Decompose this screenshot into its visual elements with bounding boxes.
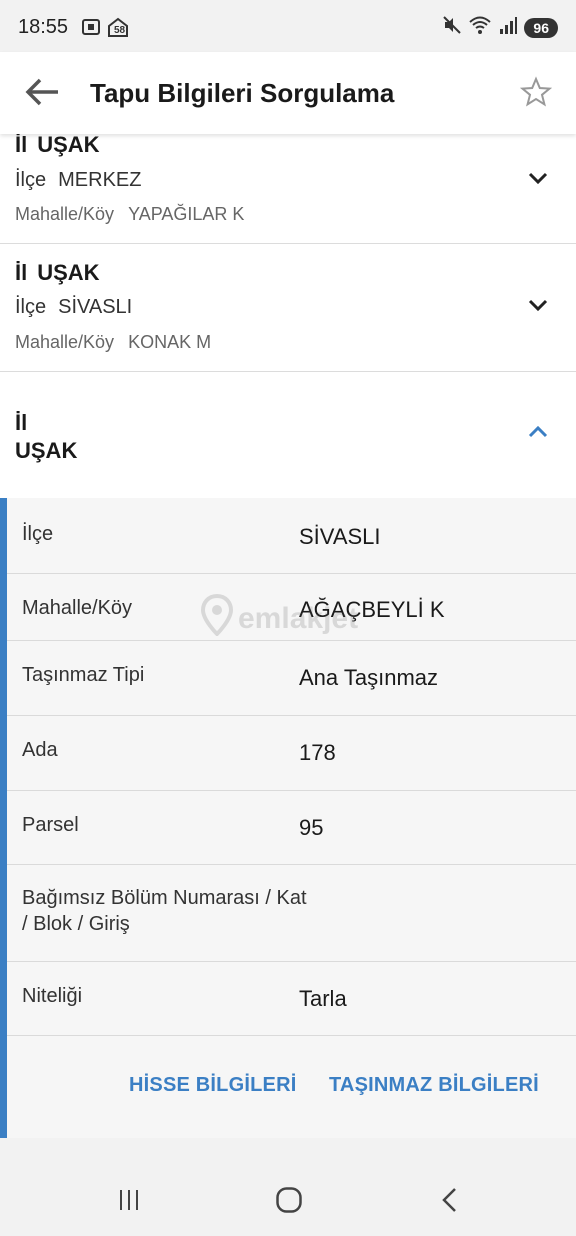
favorite-button[interactable] [516,74,556,114]
hisse-bilgileri-button[interactable]: HİSSE BİLGİLERİ [129,1074,296,1097]
watermark-text: emlakjet [238,602,359,635]
back-icon [440,1186,460,1219]
detail-label: Niteliği [22,985,83,1007]
back-button[interactable] [22,74,62,114]
record-mahalle: Mahalle/Köy KONAK M [15,332,211,353]
record-card-2[interactable]: İl UŞAK İlçe SİVASLI Mahalle/Köy KONAK M [0,244,576,372]
il-label: İl [15,260,28,285]
home-notification-icon: 58 [106,16,132,38]
arrow-left-icon [24,77,60,112]
recent-apps-icon [117,1188,141,1217]
accent-bar [0,498,7,1138]
detail-row-ada: Ada 178 [7,716,576,791]
il-label: İl [15,134,28,157]
status-right-icons: 96 [442,15,558,40]
page-title: Tapu Bilgileri Sorgulama [90,78,395,108]
watermark: emlakjet [200,593,359,644]
record-il: İl UŞAK [15,260,100,286]
il-value: UŞAK [15,438,78,463]
ilce-value: MERKEZ [58,169,142,191]
expand-button[interactable] [524,293,552,321]
collapse-button[interactable] [524,420,552,448]
record-mahalle: Mahalle/Köy YAPAĞILAR K [15,204,244,225]
status-time: 18:55 [18,16,69,38]
status-bar: 18:55 58 96 [0,0,576,52]
record-card-1[interactable]: İl UŞAK İlçe MERKEZ Mahalle/Köy YAPAĞILAR K [0,134,576,244]
battery-indicator: 96 [524,17,558,38]
tasinmaz-bilgileri-button[interactable]: TAŞINMAZ BİLGİLERİ [329,1074,539,1097]
il-value: UŞAK [37,260,100,285]
detail-row-ilce: İlçe SİVASLI [7,498,576,574]
il-value: UŞAK [37,134,100,157]
mahalle-label: Mahalle/Köy [15,204,115,224]
detail-row-bagimsiz-bolum: Bağımsız Bölüm Numarası / Kat / Blok / G… [7,865,576,962]
status-left-icons: 58 [80,16,132,43]
detail-value: Ana Taşınmaz [299,665,439,690]
notification-badge: 58 [114,25,126,36]
signal-icon [498,15,518,40]
ilce-label: İlçe [15,296,47,318]
wifi-icon [468,15,492,40]
content-area: İl UŞAK İlçe MERKEZ Mahalle/Köy YAPAĞILAR K… [0,134,576,1138]
home-button[interactable] [269,1182,309,1222]
detail-value: 95 [299,815,324,840]
ilce-label: İlçe [15,169,47,191]
detail-label: Bağımsız Bölüm Numarası / Kat / Blok / G… [22,887,307,935]
record-ilce: İlçe SİVASLI [15,296,132,319]
detail-value: Tarla [299,986,347,1011]
app-bar: Tapu Bilgileri Sorgulama [0,52,576,134]
detail-label: Ada [22,739,58,761]
detail-label: Parsel [22,814,79,836]
back-nav-button[interactable] [430,1182,470,1222]
record-ilce: İlçe MERKEZ [15,169,141,192]
mahalle-label: Mahalle/Köy [15,332,115,352]
screenshot-icon [80,16,102,43]
mute-icon [442,15,462,40]
detail-value: SİVASLI [299,524,381,549]
record-il: İl UŞAK [15,134,100,158]
detail-row-parsel: Parsel 95 [7,791,576,865]
detail-row-niteligi: Niteliği Tarla [7,962,576,1036]
detail-value: 178 [299,740,336,765]
il-label: İl [15,410,28,435]
detail-label: Mahalle/Köy [22,597,133,619]
chevron-up-icon [527,425,549,444]
star-outline-icon [519,75,553,113]
expand-button[interactable] [524,166,552,194]
mahalle-value: YAPAĞILAR K [128,204,245,224]
detail-row-tasinmaz-tipi: Taşınmaz Tipi Ana Taşınmaz [7,641,576,716]
location-pin-icon [200,593,234,644]
home-icon [275,1186,303,1219]
record-card-expanded[interactable]: İl UŞAK [0,372,576,498]
detail-label: İlçe [22,523,54,545]
record-actions: HİSSE BİLGİLERİ TAŞINMAZ BİLGİLERİ [7,1034,576,1138]
system-nav-bar [0,1138,576,1236]
ilce-value: SİVASLI [58,296,133,318]
recent-apps-button[interactable] [109,1182,149,1222]
chevron-down-icon [527,298,549,317]
mahalle-value: KONAK M [128,332,212,352]
chevron-down-icon [527,171,549,190]
detail-label: Taşınmaz Tipi [22,664,145,686]
